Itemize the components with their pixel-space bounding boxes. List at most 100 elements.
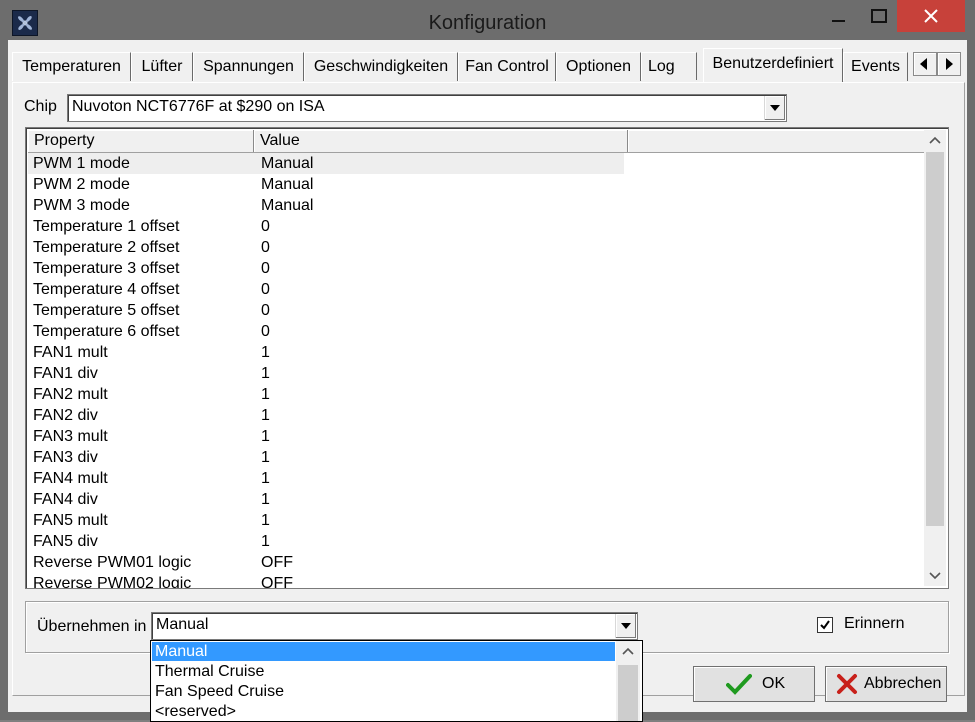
table-row[interactable]: FAN2 mult 1 bbox=[28, 384, 924, 405]
table-row[interactable]: FAN4 mult 1 bbox=[28, 468, 924, 489]
remember-checkbox[interactable] bbox=[817, 617, 833, 633]
property-cell: FAN1 mult bbox=[33, 344, 108, 361]
value-cell: 1 bbox=[261, 365, 270, 382]
property-cell: Reverse PWM02 logic bbox=[33, 575, 192, 589]
tab-events[interactable]: Events bbox=[843, 52, 908, 81]
property-cell: Temperature 1 offset bbox=[33, 218, 180, 235]
value-cell: 1 bbox=[261, 449, 270, 466]
maximize-icon bbox=[871, 9, 887, 23]
table-row[interactable]: FAN5 mult 1 bbox=[28, 510, 924, 531]
tab-panel-benutzerdefiniert: Chip Nuvoton NCT6776F at $290 on ISA Pro… bbox=[12, 82, 965, 696]
table-row[interactable]: FAN3 div 1 bbox=[28, 447, 924, 468]
table-row[interactable]: PWM 1 mode Manual bbox=[28, 153, 924, 174]
cancel-button[interactable]: Abbrechen bbox=[825, 666, 947, 702]
table-row[interactable]: FAN5 div 1 bbox=[28, 531, 924, 552]
property-cell: FAN3 mult bbox=[33, 428, 108, 445]
value-cell: OFF bbox=[261, 575, 293, 589]
table-row[interactable]: PWM 3 mode Manual bbox=[28, 195, 924, 216]
dropdown-option-thermal-cruise[interactable]: Thermal Cruise bbox=[152, 662, 615, 681]
scroll-up-button[interactable] bbox=[924, 130, 946, 152]
table-row[interactable]: Reverse PWM02 logic OFF bbox=[28, 573, 924, 589]
table-row[interactable]: PWM 2 mode Manual bbox=[28, 174, 924, 195]
property-grid[interactable]: Property Value PWM 1 mode Manual PWM 2 mo… bbox=[25, 127, 949, 589]
ok-button[interactable]: OK bbox=[693, 666, 815, 702]
value-cell: 1 bbox=[261, 344, 270, 361]
property-cell: FAN5 mult bbox=[33, 512, 108, 529]
grid-header: Property Value bbox=[28, 130, 924, 153]
table-row[interactable]: FAN4 div 1 bbox=[28, 489, 924, 510]
column-header-value[interactable]: Value bbox=[254, 130, 628, 152]
scroll-down-button[interactable] bbox=[924, 564, 946, 586]
arrow-right-icon bbox=[946, 58, 953, 70]
property-cell: Temperature 5 offset bbox=[33, 302, 180, 319]
table-row[interactable]: FAN1 mult 1 bbox=[28, 342, 924, 363]
table-row[interactable]: Temperature 2 offset 0 bbox=[28, 237, 924, 258]
maximize-button[interactable] bbox=[862, 0, 894, 32]
grid-vertical-scrollbar[interactable] bbox=[924, 130, 946, 586]
tab-optionen[interactable]: Optionen bbox=[556, 52, 641, 81]
property-cell: FAN3 div bbox=[33, 449, 98, 466]
table-row[interactable]: Temperature 1 offset 0 bbox=[28, 216, 924, 237]
dropdown-scroll-thumb[interactable] bbox=[618, 665, 638, 721]
table-row[interactable]: Reverse PWM01 logic OFF bbox=[28, 552, 924, 573]
scroll-thumb[interactable] bbox=[926, 152, 944, 526]
checkmark-icon bbox=[726, 674, 752, 695]
minimize-button[interactable] bbox=[823, 0, 855, 32]
title-bar[interactable]: Konfiguration bbox=[0, 0, 975, 40]
value-cell: OFF bbox=[261, 554, 293, 571]
column-header-property[interactable]: Property bbox=[28, 130, 254, 152]
tab-temperaturen[interactable]: Temperaturen bbox=[12, 52, 131, 81]
dropdown-option-reserved[interactable]: <reserved> bbox=[152, 702, 615, 721]
table-row[interactable]: FAN2 div 1 bbox=[28, 405, 924, 426]
value-cell: 0 bbox=[261, 302, 270, 319]
table-row[interactable]: FAN3 mult 1 bbox=[28, 426, 924, 447]
chevron-down-icon bbox=[621, 623, 631, 629]
table-row[interactable]: Temperature 6 offset 0 bbox=[28, 321, 924, 342]
dropdown-option-fan-speed-cruise[interactable]: Fan Speed Cruise bbox=[152, 682, 615, 701]
dropdown-scrollbar[interactable] bbox=[616, 641, 640, 721]
value-cell: 1 bbox=[261, 428, 270, 445]
tab-fan-control[interactable]: Fan Control bbox=[458, 52, 556, 81]
tab-log[interactable]: Log bbox=[641, 52, 697, 80]
remember-label[interactable]: Erinnern bbox=[844, 615, 904, 633]
tab-scroll-right-button[interactable] bbox=[937, 52, 961, 76]
property-cell: PWM 3 mode bbox=[33, 197, 130, 214]
tab-spannungen[interactable]: Spannungen bbox=[193, 52, 304, 81]
property-cell: Temperature 4 offset bbox=[33, 281, 180, 298]
apply-to-select[interactable]: Manual bbox=[151, 612, 638, 640]
table-row[interactable]: FAN1 div 1 bbox=[28, 363, 924, 384]
property-cell: FAN2 mult bbox=[33, 386, 108, 403]
apply-to-dropdown-list[interactable]: Manual Thermal Cruise Fan Speed Cruise <… bbox=[150, 640, 643, 722]
value-cell: 1 bbox=[261, 512, 270, 529]
value-cell: 1 bbox=[261, 533, 270, 550]
property-cell: Reverse PWM01 logic bbox=[33, 554, 192, 571]
tab-scroll-left-button[interactable] bbox=[913, 52, 937, 76]
property-cell: FAN4 div bbox=[33, 491, 98, 508]
value-cell: Manual bbox=[261, 155, 314, 172]
value-cell: 1 bbox=[261, 470, 270, 487]
table-row[interactable]: Temperature 4 offset 0 bbox=[28, 279, 924, 300]
checkmark-icon bbox=[820, 620, 830, 630]
close-icon bbox=[924, 9, 938, 23]
apply-to-dropdown-button[interactable] bbox=[615, 614, 636, 638]
table-row[interactable]: Temperature 5 offset 0 bbox=[28, 300, 924, 321]
chevron-up-icon bbox=[622, 647, 634, 655]
value-cell: Manual bbox=[261, 176, 314, 193]
dropdown-option-manual[interactable]: Manual bbox=[152, 642, 615, 661]
apply-to-select-value: Manual bbox=[156, 616, 209, 633]
table-row[interactable]: Temperature 3 offset 0 bbox=[28, 258, 924, 279]
chip-dropdown-button[interactable] bbox=[764, 96, 785, 120]
tab-geschwindigkeiten[interactable]: Geschwindigkeiten bbox=[304, 52, 458, 81]
configuration-window: Konfiguration Temperaturen Lüfter Spannu… bbox=[0, 0, 975, 722]
value-cell: 1 bbox=[261, 407, 270, 424]
close-button[interactable] bbox=[897, 0, 965, 32]
chip-select[interactable]: Nuvoton NCT6776F at $290 on ISA bbox=[67, 94, 787, 122]
tab-luefter[interactable]: Lüfter bbox=[131, 52, 193, 81]
dropdown-scroll-up-button[interactable] bbox=[616, 641, 640, 663]
property-cell: Temperature 6 offset bbox=[33, 323, 180, 340]
chevron-up-icon bbox=[929, 136, 941, 144]
tab-benutzerdefiniert[interactable]: Benutzerdefiniert bbox=[703, 48, 843, 82]
ok-button-label: OK bbox=[762, 675, 786, 692]
cross-icon bbox=[837, 674, 857, 694]
property-cell: PWM 2 mode bbox=[33, 176, 130, 193]
